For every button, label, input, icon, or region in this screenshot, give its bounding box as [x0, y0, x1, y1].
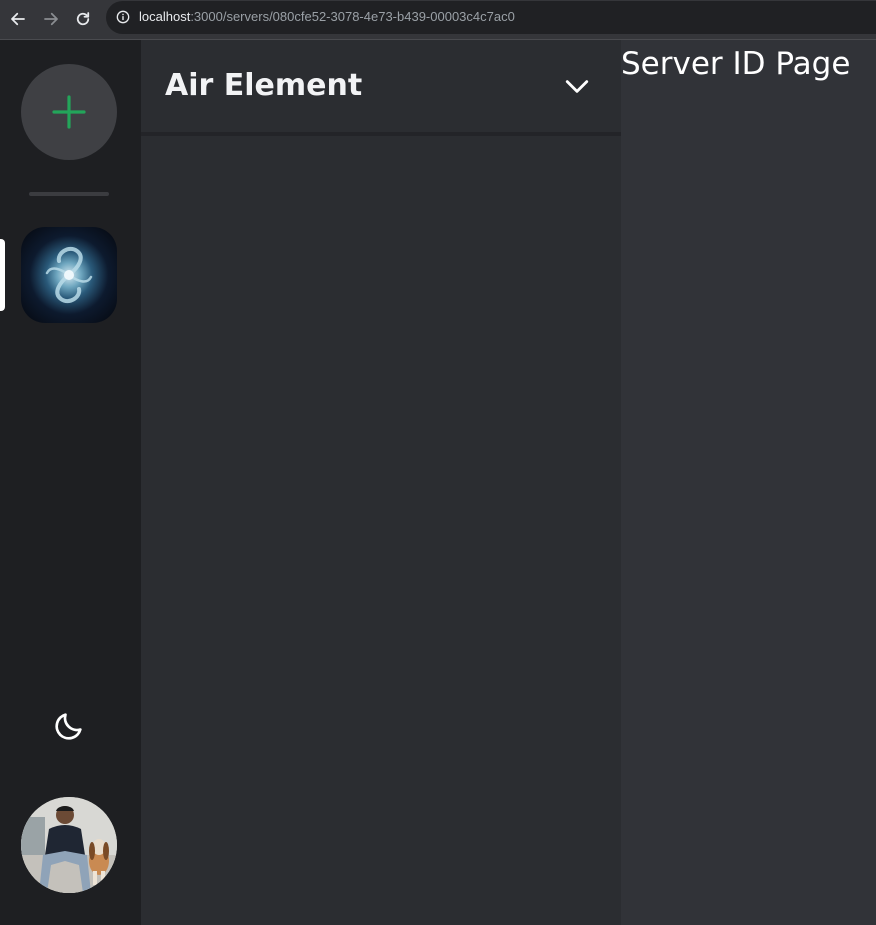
- active-server-indicator: [0, 239, 5, 311]
- url-host: localhost: [139, 9, 191, 24]
- page-title: Server ID Page: [621, 46, 851, 82]
- galaxy-image: [45, 246, 93, 304]
- channel-sidebar: Air Element: [141, 40, 621, 925]
- user-avatar[interactable]: [21, 797, 117, 893]
- browser-toolbar: localhost:3000/servers/080cfe52-3078-4e7…: [0, 0, 876, 40]
- reload-button[interactable]: [71, 7, 95, 31]
- forward-arrow-icon: [44, 12, 58, 26]
- info-icon[interactable]: [116, 10, 130, 24]
- theme-toggle-button[interactable]: [49, 706, 89, 746]
- rail-separator: [29, 192, 109, 196]
- server-header-button[interactable]: Air Element: [141, 40, 621, 136]
- server-rail: [0, 40, 141, 925]
- reload-icon: [76, 12, 90, 26]
- back-button[interactable]: [6, 7, 30, 31]
- forward-button[interactable]: [39, 7, 63, 31]
- back-arrow-icon: [11, 12, 25, 26]
- url-text[interactable]: localhost:3000/servers/080cfe52-3078-4e7…: [139, 9, 515, 24]
- server-icon-air-element[interactable]: [21, 227, 117, 323]
- user-photo: [21, 797, 117, 893]
- moon-icon: [55, 713, 82, 740]
- main-content: Server ID Page: [621, 40, 876, 925]
- add-server-button[interactable]: [21, 64, 117, 160]
- chevron-down-icon: [565, 80, 589, 93]
- plus-icon: [52, 95, 86, 129]
- url-path: :3000/servers/080cfe52-3078-4e73-b439-00…: [190, 9, 515, 24]
- address-bar[interactable]: localhost:3000/servers/080cfe52-3078-4e7…: [106, 1, 876, 34]
- server-name: Air Element: [165, 68, 363, 103]
